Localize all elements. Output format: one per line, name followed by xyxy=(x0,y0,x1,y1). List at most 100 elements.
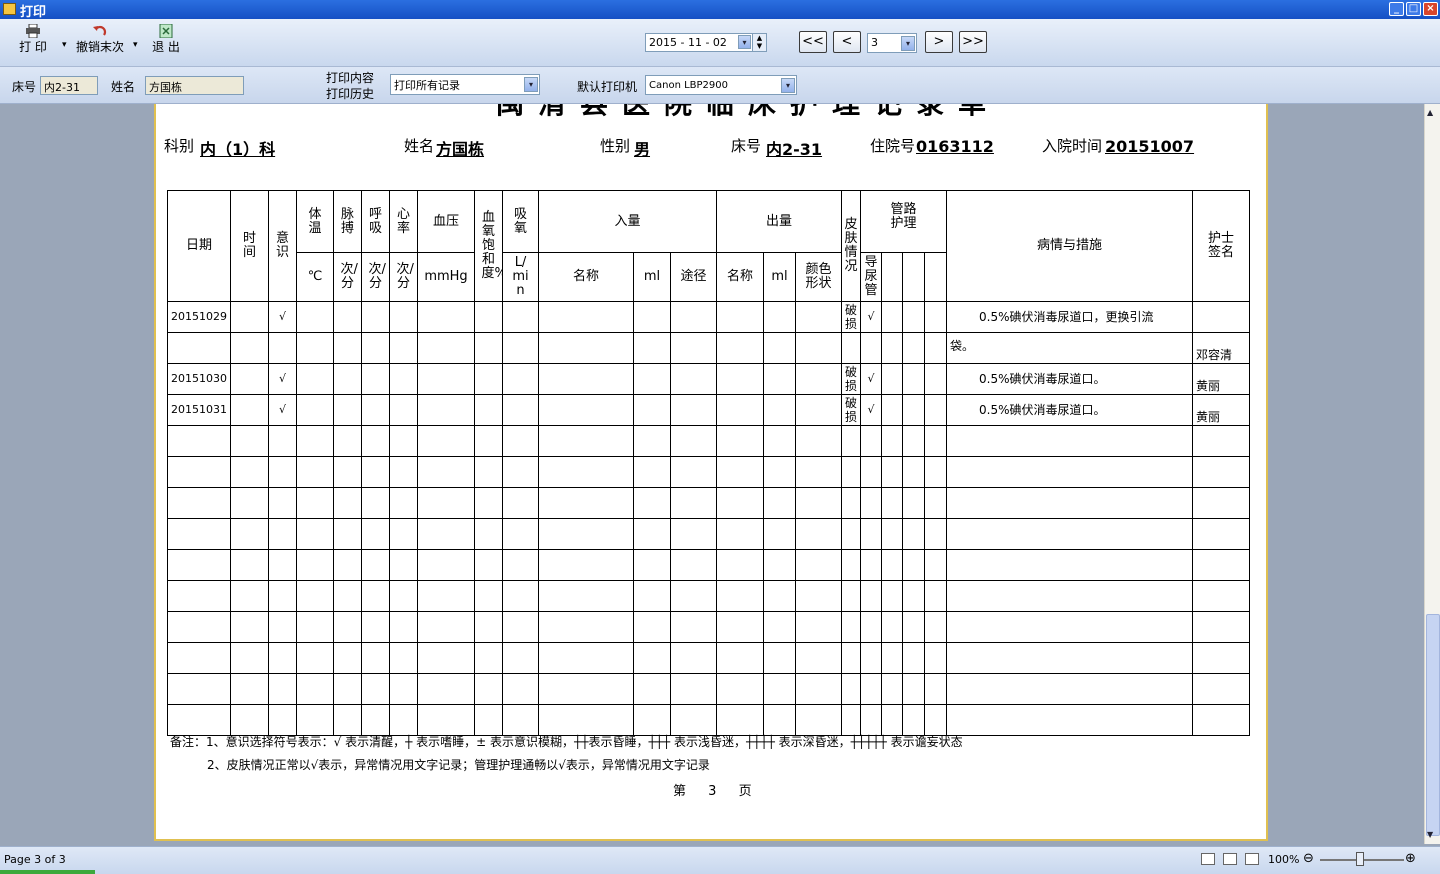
scroll-up-arrow[interactable]: ▲ xyxy=(1427,108,1433,117)
zoom-out-icon[interactable]: ⊖ xyxy=(1303,851,1314,866)
scroll-down-arrow[interactable]: ▼ xyxy=(1427,830,1433,839)
name-label: 姓名 xyxy=(111,80,136,94)
record-nurse: 黄丽 xyxy=(1192,363,1250,395)
page-suffix: 页 xyxy=(738,784,752,799)
zoom-in-icon[interactable]: ⊕ xyxy=(1405,851,1416,866)
note-line-1: 备注：1、意识选择符号表示：√ 表示清醒，┼ 表示嗜睡，± 表示意识模糊，┼┼表… xyxy=(170,735,963,749)
page-footer: 第 3 页 xyxy=(673,780,752,799)
col-bp-header: 血压 xyxy=(417,190,475,253)
record-catheter: √ xyxy=(860,301,882,333)
record-condition: 0.5%碘伏消毒尿道口。 xyxy=(946,363,1193,395)
inpatient-label: 住院号 xyxy=(870,137,916,155)
printer-value: Canon LBP2900 xyxy=(649,80,728,91)
print-history-label: 打印历史 xyxy=(326,87,375,101)
last-page-button[interactable]: >> xyxy=(959,31,987,53)
record-conscious: √ xyxy=(268,301,297,333)
print-content-label: 打印内容 xyxy=(326,71,375,85)
report-viewer[interactable]: 闽清县医院临床护理记录单 科别 内（1）科 姓名 方国栋 性别 男 床号 内2-… xyxy=(0,104,1424,844)
col-output-header: 出量 xyxy=(716,190,842,253)
name-field[interactable]: 方国栋 xyxy=(145,76,244,95)
col-intake-header: 入量 xyxy=(538,190,717,253)
heart-unit: 次/分 xyxy=(396,262,414,291)
window-title: 打印 xyxy=(20,5,47,20)
resp-unit: 次/分 xyxy=(368,262,386,291)
col-pulse-header: 脉搏 xyxy=(340,206,354,236)
sex-value: 男 xyxy=(634,140,651,159)
empty-table-row xyxy=(167,425,1250,457)
info-bar: 床号 内2-31 姓名 方国栋 打印内容 打印历史 打印所有记录 ▾ 默认打印机… xyxy=(0,67,1440,104)
print-content-dropdown-arrow[interactable]: ▾ xyxy=(524,77,538,92)
col-tube-header: 管路护理 xyxy=(890,202,917,231)
minimize-button[interactable]: _ xyxy=(1389,2,1404,16)
date-picker[interactable]: 2015 - 11 - 02 ▾ ▲ ▼ xyxy=(645,33,767,52)
maximize-button[interactable]: □ xyxy=(1406,2,1421,16)
bp-unit: mmHg xyxy=(417,252,475,302)
empty-table-row xyxy=(167,549,1250,581)
table-row: 20151030 √ 破损 √ 0.5%碘伏消毒尿道口。 黄丽 xyxy=(167,363,1250,395)
exit-button[interactable]: 退 出 xyxy=(148,24,184,55)
zoom-slider-thumb[interactable] xyxy=(1356,852,1364,866)
first-page-button[interactable]: << xyxy=(799,31,827,53)
record-catheter: √ xyxy=(860,363,882,395)
undo-dropdown-arrow[interactable]: ▾ xyxy=(133,40,138,50)
output-ml-header: ml xyxy=(763,252,796,302)
record-conscious: √ xyxy=(268,394,297,426)
undo-last-button[interactable]: 撤销末次 xyxy=(74,24,126,55)
printer-icon xyxy=(26,24,40,38)
sex-label: 性别 xyxy=(600,137,631,155)
record-skin: 破损 xyxy=(844,364,857,393)
empty-table-row xyxy=(167,611,1250,643)
page-info: Page 3 of 3 xyxy=(4,853,66,866)
print-content-select[interactable]: 打印所有记录 ▾ xyxy=(390,74,540,95)
page-value: 3 xyxy=(871,36,878,49)
bed-label: 床号 xyxy=(12,80,37,94)
single-page-view-icon[interactable] xyxy=(1201,853,1215,865)
bed-field[interactable]: 内2-31 xyxy=(40,76,98,95)
temp-unit: ℃ xyxy=(296,252,334,302)
col-date-header: 日期 xyxy=(167,190,231,302)
date-dropdown-arrow[interactable]: ▾ xyxy=(738,35,751,49)
two-page-view-icon[interactable] xyxy=(1223,853,1237,865)
record-skin: 破损 xyxy=(844,302,857,331)
output-color-header: 颜色形状 xyxy=(805,262,832,291)
col-spo2-header: 血氧饱和度% xyxy=(481,210,502,281)
record-nurse: 邓容清 xyxy=(1192,332,1250,364)
empty-table-row xyxy=(167,456,1250,488)
col-skin-header: 皮肤情况 xyxy=(844,217,858,274)
table-row: 20151029 √ 破损 √ 0.5%碘伏消毒尿道口，更换引流 xyxy=(167,301,1250,333)
vertical-scrollbar[interactable]: ▲ ▼ xyxy=(1424,104,1440,844)
page-number: 3 xyxy=(708,784,717,799)
multi-page-view-icon[interactable] xyxy=(1245,853,1259,865)
toolbar: 打 印 ▾ 撤销末次 ▾ 退 出 2015 - 11 - 02 ▾ ▲ ▼ << … xyxy=(0,19,1440,67)
next-page-button[interactable]: > xyxy=(925,31,953,53)
record-condition: 0.5%碘伏消毒尿道口，更换引流 xyxy=(946,301,1193,333)
close-button[interactable]: × xyxy=(1423,2,1438,16)
exit-label: 退 出 xyxy=(152,40,180,54)
printer-dropdown-arrow[interactable]: ▾ xyxy=(781,78,795,93)
scroll-thumb[interactable] xyxy=(1426,614,1440,836)
record-condition: 0.5%碘伏消毒尿道口。 xyxy=(946,394,1193,426)
prev-page-button[interactable]: < xyxy=(833,31,861,53)
empty-table-row xyxy=(167,487,1250,519)
record-conscious: √ xyxy=(268,363,297,395)
empty-table-row xyxy=(167,580,1250,612)
app-icon xyxy=(3,3,16,15)
page-select[interactable]: 3 ▾ xyxy=(867,33,917,53)
page-dropdown-arrow[interactable]: ▾ xyxy=(901,36,915,51)
exit-icon xyxy=(159,24,173,38)
date-spinner[interactable]: ▲ ▼ xyxy=(752,34,766,51)
col-conscious-header: 意识 xyxy=(275,231,289,260)
empty-table-row xyxy=(167,673,1250,705)
admit-value: 20151007 xyxy=(1105,137,1195,156)
output-name-header: 名称 xyxy=(716,252,764,302)
printer-label: 默认打印机 xyxy=(577,80,638,94)
col-resp-header: 呼吸 xyxy=(368,206,382,236)
note-line-2: 2、皮肤情况正常以√表示，异常情况用文字记录；管理护理通畅以√表示，异常情况用文… xyxy=(207,758,710,772)
col-nurse-header: 护士签名 xyxy=(1207,231,1234,260)
print-dropdown-arrow[interactable]: ▾ xyxy=(62,40,67,50)
col-oxygen-header: 吸氧 xyxy=(513,206,527,236)
print-button[interactable]: 打 印 xyxy=(14,24,52,55)
empty-table-row xyxy=(167,642,1250,674)
table-row: 20151031 √ 破损 √ 0.5%碘伏消毒尿道口。 黄丽 xyxy=(167,394,1250,426)
printer-select[interactable]: Canon LBP2900 ▾ xyxy=(645,75,797,95)
